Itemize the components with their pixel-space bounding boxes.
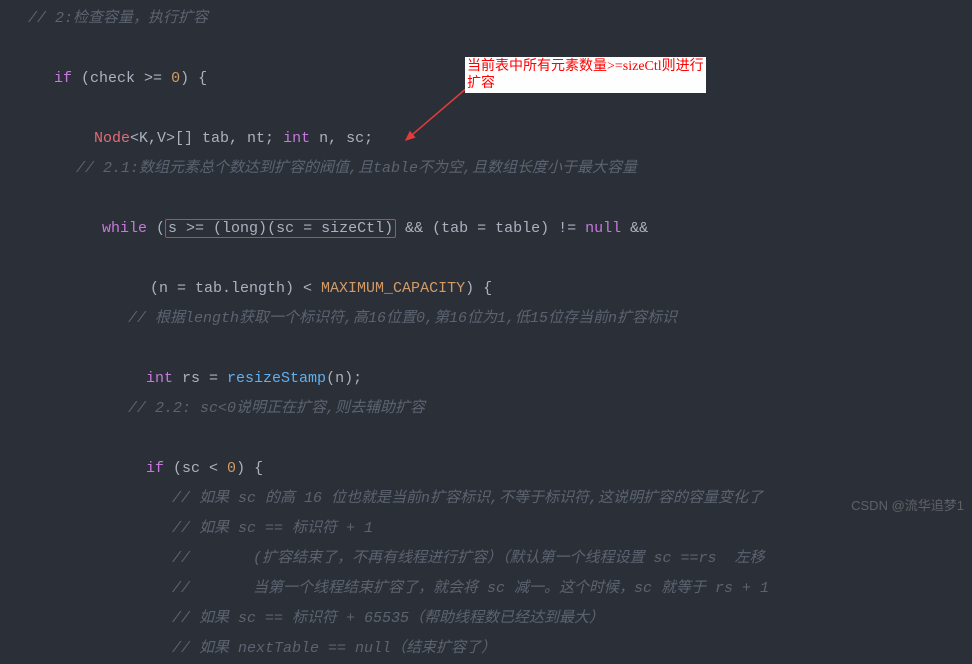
while-keyword: while [102, 220, 147, 237]
comment-line: // 如果 sc == 标识符 + 1 [12, 514, 972, 544]
comment-line: // 根据length获取一个标识符,高16位置0,第16位为1,低15位存当前… [12, 304, 972, 334]
comment-line: // 2:检查容量，执行扩容 [12, 4, 972, 34]
comment-line: // 如果 nextTable == null（结束扩容了） [12, 634, 972, 664]
highlighted-condition: s >= (long)(sc = sizeCtl) [165, 219, 396, 238]
comment-line: // 2.2: sc<0说明正在扩容,则去辅助扩容 [12, 394, 972, 424]
comment-line: // 2.1:数组元素总个数达到扩容的阀值,且table不为空,且数组长度小于最… [12, 154, 972, 184]
code-line: while (s >= (long)(sc = sizeCtl) && (tab… [12, 184, 972, 244]
if-keyword: if [146, 460, 164, 477]
if-keyword: if [54, 70, 72, 87]
code-line: (n = tab.length) < MAXIMUM_CAPACITY) { [12, 244, 972, 304]
annotation-callout: 当前表中所有元素数量>=sizeCtl则进行扩容 [465, 57, 706, 93]
comment-line: // 当第一个线程结束扩容了，就会将 sc 减一。这个时候，sc 就等于 rs … [12, 574, 972, 604]
comment-line: // 如果 sc 的高 16 位也就是当前n扩容标识,不等于标识符,这说明扩容的… [12, 484, 972, 514]
code-line: if (sc < 0) { [12, 424, 972, 484]
comment-line: // 如果 sc == 标识符 + 65535（帮助线程数已经达到最大） [12, 604, 972, 634]
comment-line: // (扩容结束了，不再有线程进行扩容）（默认第一个线程设置 sc ==rs 左… [12, 544, 972, 574]
watermark: CSDN @流华追梦1 [851, 491, 964, 521]
code-line: Node<K,V>[] tab, nt; int n, sc; [12, 94, 972, 154]
code-line: int rs = resizeStamp(n); [12, 334, 972, 394]
